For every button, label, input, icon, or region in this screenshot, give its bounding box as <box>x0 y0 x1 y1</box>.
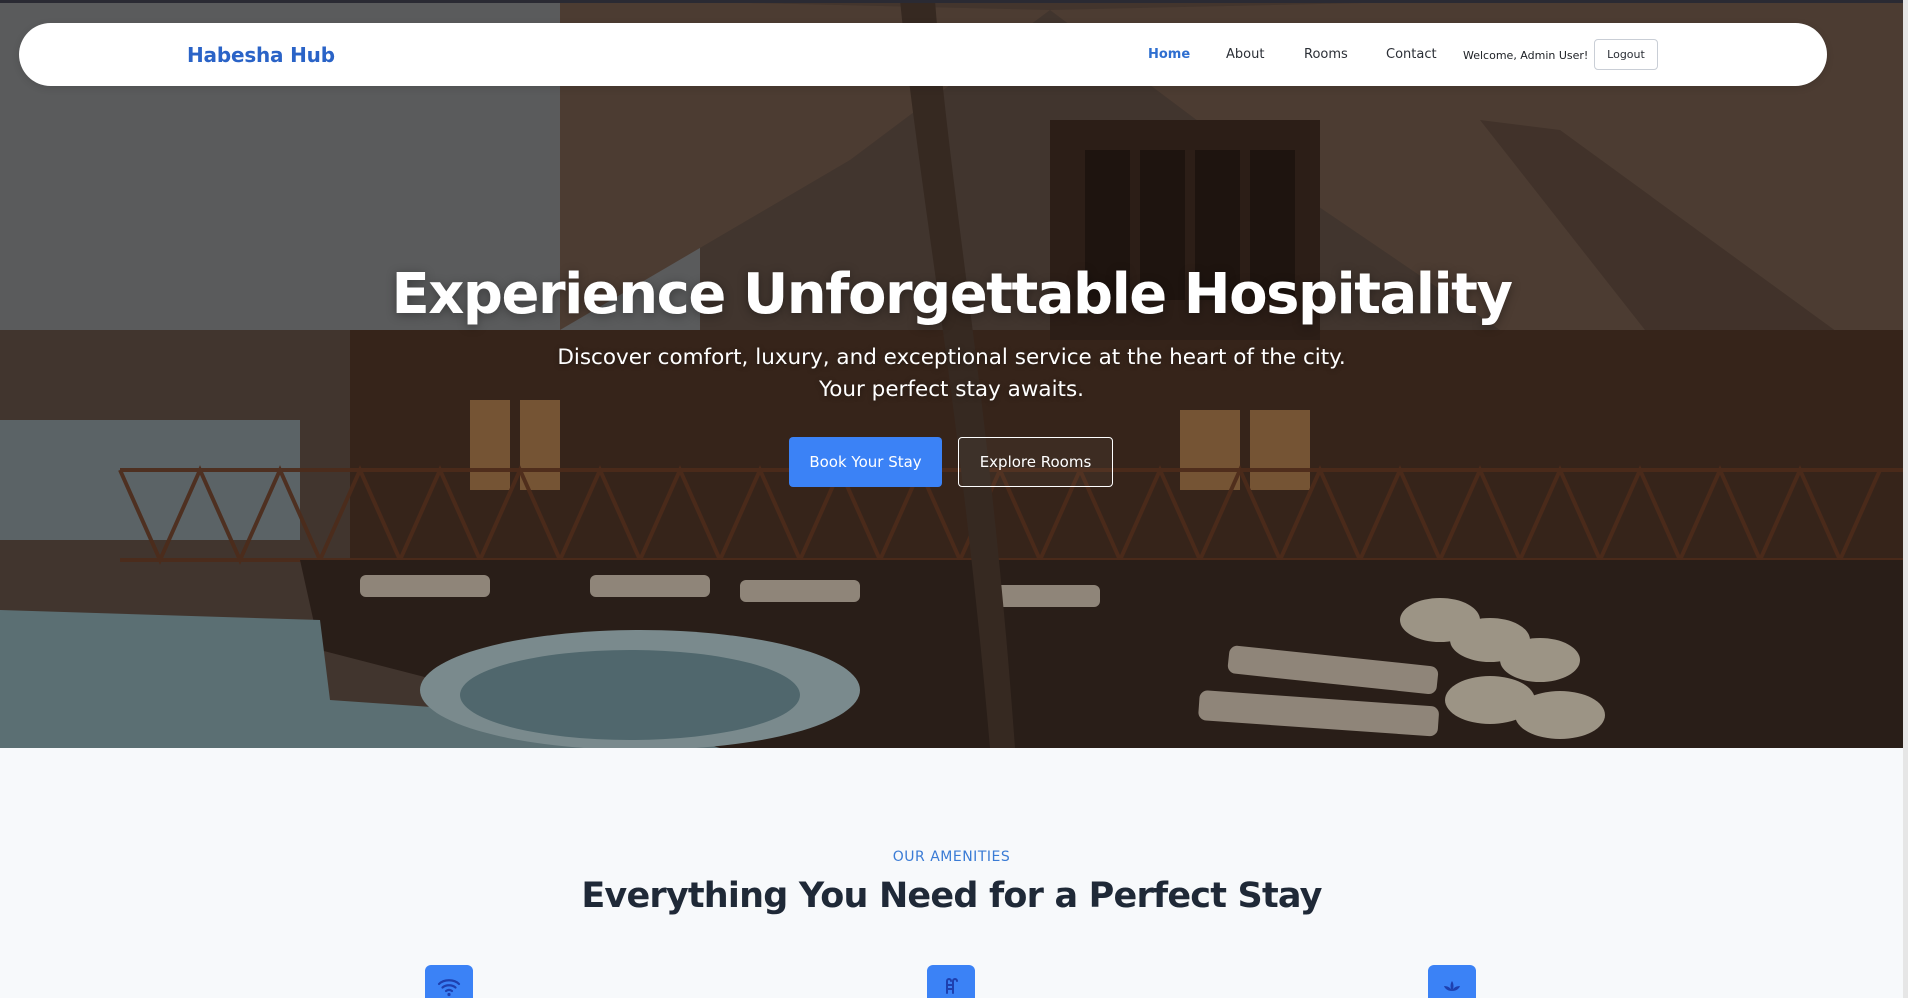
wifi-icon <box>437 979 461 997</box>
book-your-stay-button[interactable]: Book Your Stay <box>789 437 942 487</box>
amenities-title: Everything You Need for a Perfect Stay <box>581 876 1322 916</box>
logout-button[interactable]: Logout <box>1594 39 1658 70</box>
hero-title: Experience Unforgettable Hospitality <box>391 262 1513 327</box>
explore-rooms-button[interactable]: Explore Rooms <box>958 437 1113 487</box>
spa-icon <box>1444 981 1460 991</box>
amenity-spa-tile <box>1428 965 1476 998</box>
amenities-kicker: OUR AMENITIES <box>892 849 1011 865</box>
nav-link-contact[interactable]: Contact <box>1386 47 1437 62</box>
navbar: Habesha Hub Home About Rooms Contact Wel… <box>19 23 1827 86</box>
amenity-pool-tile <box>927 965 975 998</box>
page-scrollbar[interactable] <box>1903 0 1908 998</box>
nav-link-rooms[interactable]: Rooms <box>1304 47 1348 62</box>
pool-icon <box>946 978 958 994</box>
nav-link-home[interactable]: Home <box>1148 47 1190 62</box>
page: Experience Unforgettable Hospitality Dis… <box>0 0 1908 998</box>
hero-section: Experience Unforgettable Hospitality Dis… <box>0 0 1903 748</box>
amenity-wifi-tile <box>425 965 473 998</box>
window-top-border <box>0 0 1908 3</box>
welcome-message: Welcome, Admin User! <box>1463 49 1589 62</box>
hero-overlay <box>0 0 1903 748</box>
hero-subtitle-line2: Your perfect stay awaits. <box>818 377 1085 402</box>
nav-link-about[interactable]: About <box>1226 47 1264 62</box>
hero-subtitle-line1: Discover comfort, luxury, and exceptiona… <box>557 345 1346 370</box>
